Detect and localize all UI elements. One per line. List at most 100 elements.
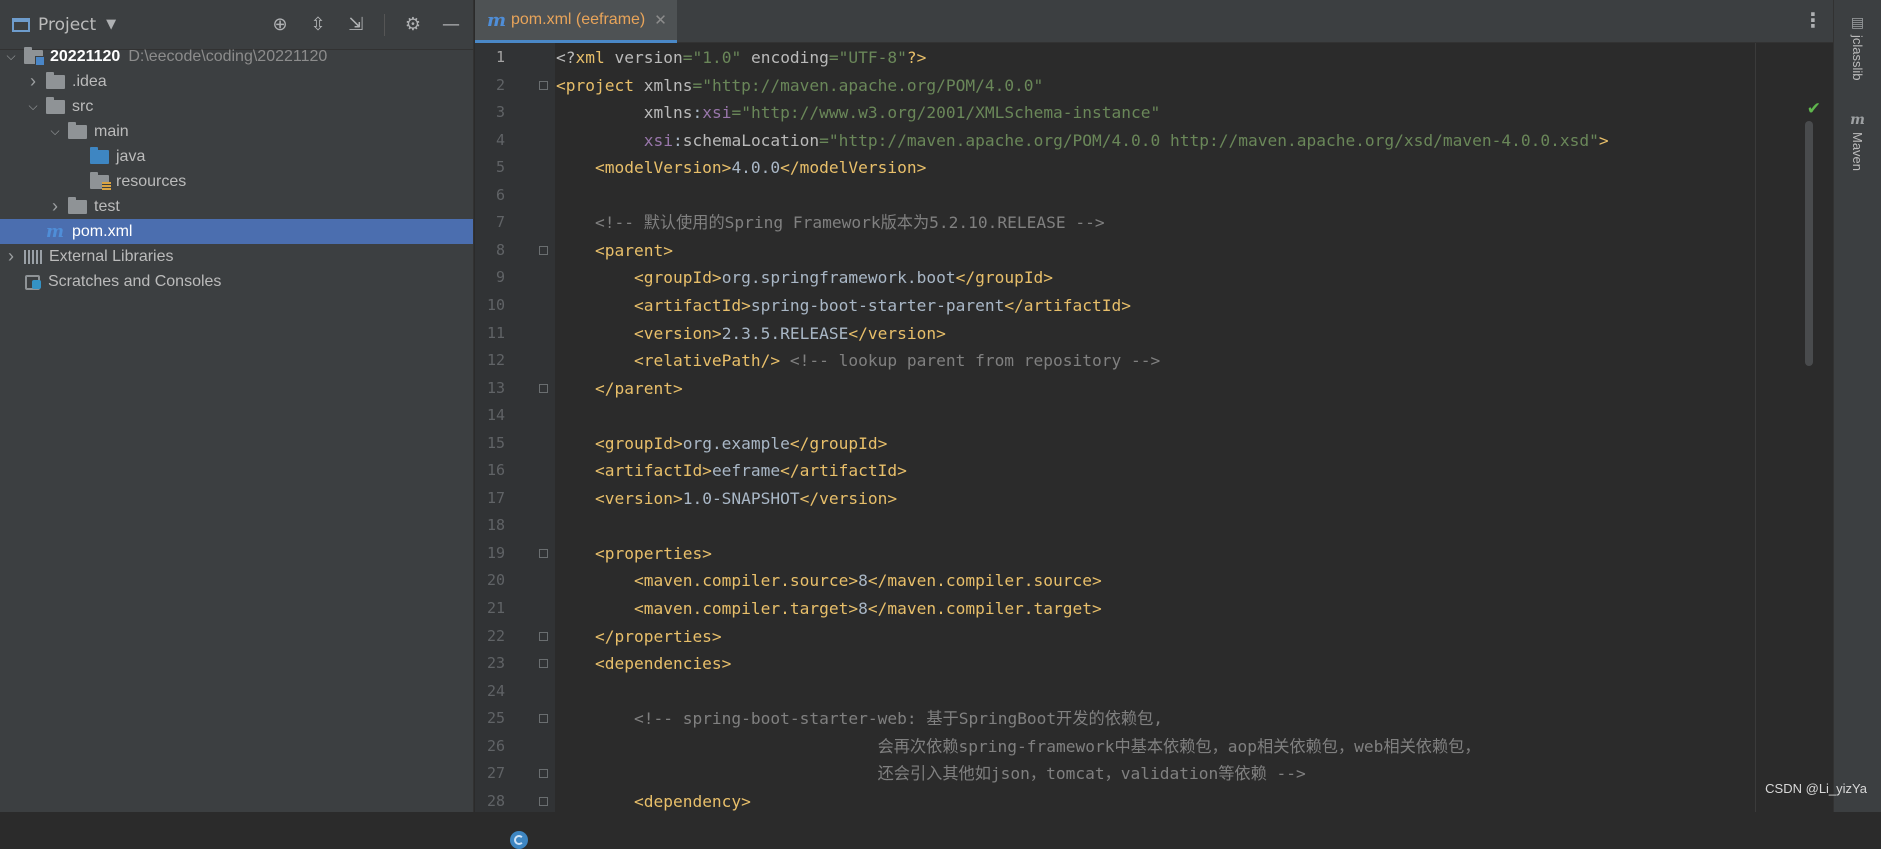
code-line: <maven.compiler.target>8</maven.compiler… (633, 599, 1102, 618)
tree-item[interactable]: ›java (0, 144, 473, 169)
override-gutter-icon[interactable] (510, 831, 528, 849)
tree-item[interactable]: ›Scratches and Consoles (0, 269, 473, 294)
fold-marker-icon[interactable] (539, 383, 548, 393)
code-area[interactable]: 1 2 3 4 5 6 7 8 9 10 11 12 13 14 15 16 17 18 19 20 21 22 23 24 2… (475, 43, 1833, 849)
code-line: 会再次依赖spring-framework中基本依赖包，aop相关依赖包，web… (877, 736, 1481, 756)
line-number: 25 (486, 709, 505, 728)
tree-item-label: External Libraries (49, 247, 174, 265)
line-number: 2 (495, 75, 505, 94)
scratches-icon (24, 274, 42, 290)
code-line: <!-- 默认使用的Spring Framework版本为5.2.10.RELE… (594, 213, 1105, 233)
toolbar-divider (384, 13, 385, 36)
more-options-icon[interactable]: ⋮ (1803, 10, 1823, 30)
chevron-down-icon[interactable]: ⌵ (26, 99, 40, 114)
line-number: 5 (495, 158, 505, 177)
locate-file-icon[interactable]: ⊕ (270, 15, 290, 34)
chevron-down-icon[interactable]: ⌵ (48, 124, 62, 139)
inspection-ok-icon[interactable]: ✔ (1807, 99, 1821, 119)
line-number: 1 (495, 48, 505, 66)
tree-item-label: java (116, 147, 146, 165)
line-number: 26 (486, 736, 505, 755)
tree-item[interactable]: › test (0, 194, 473, 219)
line-number: 8 (495, 240, 505, 259)
code-line: <?xml version="1.0" encoding="UTF-8"?> (556, 48, 927, 67)
tree-item[interactable]: ⌵ src (0, 94, 473, 119)
tree-item-label: 20221120 (50, 47, 121, 65)
tree-item[interactable]: ›resources (0, 169, 473, 194)
code-line: 还会引入其他如json，tomcat，validation等依赖 --> (877, 764, 1306, 784)
fold-marker-icon[interactable] (539, 80, 548, 90)
tree-item[interactable]: › External Libraries (0, 244, 473, 269)
project-header-tools: ⊕ ⇳ ⇲ ⚙ — (270, 13, 461, 36)
fold-marker-icon[interactable] (539, 245, 548, 255)
code-line: <relativePath/> <!-- lookup parent from … (633, 351, 1161, 371)
resources-folder-icon (90, 171, 111, 191)
line-number: 27 (486, 764, 505, 783)
line-number: 19 (486, 543, 505, 562)
chevron-down-icon[interactable]: ⌵ (4, 49, 18, 64)
fold-marker-icon[interactable] (539, 796, 548, 806)
chevron-down-icon[interactable]: ▼ (106, 17, 116, 32)
code-line: <dependency> (633, 791, 751, 811)
gutter[interactable]: 1 2 3 4 5 6 7 8 9 10 11 12 13 14 15 16 17 18 19 20 21 22 23 24 2… (475, 43, 555, 812)
strip-item-maven[interactable]: m Maven (1850, 112, 1865, 171)
code-line: <project xmlns="http://maven.apache.org/… (556, 75, 1044, 95)
folder-icon (68, 196, 87, 214)
right-tool-strip: ▤ jclasslib m Maven (1833, 0, 1881, 812)
line-number: 13 (486, 378, 505, 397)
line-number: 3 (495, 103, 505, 122)
code-line: <properties> (594, 543, 712, 563)
project-header: Project ▼ ⊕ ⇳ ⇲ ⚙ — (0, 0, 473, 50)
chevron-right-icon[interactable]: › (48, 196, 62, 217)
project-title[interactable]: Project (38, 15, 96, 35)
fold-marker-icon[interactable] (539, 769, 548, 779)
chevron-right-icon[interactable]: › (26, 71, 40, 92)
close-icon[interactable]: ✕ (654, 11, 667, 29)
code-line: <version>2.3.5.RELEASE</version> (633, 323, 946, 343)
code-line: <maven.compiler.source>8</maven.compiler… (633, 571, 1102, 591)
project-tree: ⌵ 20221120 D:\eecode\coding\20221120 › .idea… (0, 44, 473, 294)
vertical-scrollbar[interactable] (1805, 121, 1813, 366)
line-number: 9 (495, 268, 505, 287)
tree-item-label: resources (116, 172, 187, 190)
maven-icon: m (46, 221, 64, 242)
fold-marker-icon[interactable] (539, 631, 548, 641)
code-line: <parent> (594, 240, 673, 260)
code-line: <groupId>org.springframework.boot</group… (633, 268, 1054, 288)
line-number: 24 (486, 681, 505, 700)
editor-tab-pom[interactable]: m pom.xml (eeframe) ✕ (475, 0, 677, 43)
line-number: 22 (486, 626, 505, 645)
gear-icon[interactable]: ⚙ (403, 15, 423, 34)
code-line: </properties> (594, 626, 722, 646)
code-line: xsi:schemaLocation="http://maven.apache.… (643, 130, 1609, 150)
chevron-right-icon[interactable]: › (4, 246, 18, 267)
tree-item[interactable]: ›mpom.xml (0, 219, 473, 244)
library-icon (24, 249, 42, 264)
line-number: 11 (486, 323, 505, 342)
tree-item-path: D:\eecode\coding\20221120 (128, 47, 328, 65)
project-tool-window: Project ▼ ⊕ ⇳ ⇲ ⚙ — ⌵ 20221120 D:\eecode\c… (0, 0, 474, 812)
tree-item[interactable]: ⌵ 20221120 D:\eecode\coding\20221120 (0, 44, 473, 69)
line-number: 17 (486, 488, 505, 507)
tree-item-label: pom.xml (72, 222, 133, 240)
code-line: <groupId>org.example</groupId> (594, 433, 888, 453)
tree-item[interactable]: ⌵ main (0, 119, 473, 144)
code-line: <!-- spring-boot-starter-web: 基于SpringBo… (633, 709, 1164, 729)
fold-marker-icon[interactable] (539, 714, 548, 724)
watermark: CSDN @Li_yizYa (1765, 781, 1867, 796)
minimize-icon[interactable]: — (441, 15, 461, 34)
line-number: 10 (486, 295, 505, 314)
strip-item-jclasslib[interactable]: ▤ jclasslib (1850, 14, 1865, 81)
code-line: xmlns:xsi="http://www.w3.org/2001/XMLSch… (643, 103, 1161, 123)
tree-item[interactable]: › .idea (0, 69, 473, 94)
collapse-all-icon[interactable]: ⇲ (346, 15, 366, 34)
strip-item-label: Maven (1850, 132, 1865, 172)
line-number: 20 (486, 571, 505, 590)
line-number: 7 (495, 213, 505, 232)
expand-all-icon[interactable]: ⇳ (308, 15, 328, 34)
jclasslib-icon: ▤ (1850, 14, 1865, 30)
fold-marker-icon[interactable] (539, 659, 548, 669)
fold-marker-icon[interactable] (539, 548, 548, 558)
code-line: <artifactId>spring-boot-starter-parent</… (633, 295, 1132, 315)
folder-icon (68, 121, 87, 139)
